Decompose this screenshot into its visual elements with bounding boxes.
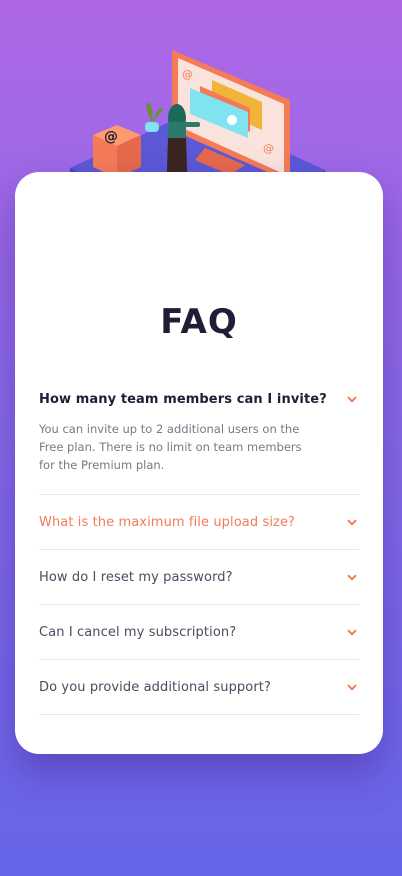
page-title: FAQ	[160, 302, 238, 342]
chat-bubble-cyan	[190, 88, 248, 138]
at-sign-icon-box: @	[104, 129, 118, 145]
faq-question[interactable]: Do you provide additional support?	[39, 680, 271, 695]
chat-dot	[227, 115, 237, 125]
faq-question[interactable]: How do I reset my password?	[39, 570, 233, 585]
at-sign-icon-screen-1: @	[182, 68, 193, 81]
woman-hair	[168, 104, 186, 132]
chat-bubble-yellow	[212, 80, 262, 130]
box-top	[93, 125, 141, 146]
chat-bubble-orange	[200, 86, 250, 132]
chevron-down-icon[interactable]	[345, 517, 359, 527]
monitor-frame	[172, 50, 290, 182]
faq-question[interactable]: Can I cancel my subscription?	[39, 625, 236, 640]
chevron-down-icon[interactable]	[345, 627, 359, 637]
faq-item: What is the maximum file upload size?	[39, 495, 359, 551]
faq-question-row[interactable]: Can I cancel my subscription?	[39, 605, 359, 659]
faq-list: How many team members can I invite? You …	[39, 377, 359, 716]
at-sign-icon-screen-2: @	[263, 142, 274, 155]
woman-arm	[184, 122, 200, 127]
plant-leaves	[146, 102, 164, 122]
faq-question-row[interactable]: How many team members can I invite?	[39, 377, 359, 421]
faq-item: How do I reset my password?	[39, 550, 359, 606]
faq-question[interactable]: What is the maximum file upload size?	[39, 515, 295, 530]
faq-question-row[interactable]: How do I reset my password?	[39, 550, 359, 604]
faq-item: Do you provide additional support?	[39, 660, 359, 716]
monitor-stand	[195, 148, 245, 175]
faq-item: Can I cancel my subscription?	[39, 605, 359, 661]
plant-pot	[145, 122, 159, 132]
faq-card: FAQ How many team members can I invite? …	[15, 172, 383, 754]
woman-top	[168, 122, 186, 140]
faq-question-row[interactable]: What is the maximum file upload size?	[39, 495, 359, 549]
faq-item: How many team members can I invite? You …	[39, 377, 359, 496]
faq-question[interactable]: How many team members can I invite?	[39, 392, 327, 407]
monitor-screen	[178, 58, 284, 174]
chevron-down-icon[interactable]	[345, 394, 359, 404]
chevron-down-icon[interactable]	[345, 682, 359, 692]
faq-answer: You can invite up to 2 additional users …	[39, 422, 302, 472]
chevron-down-icon[interactable]	[345, 572, 359, 582]
faq-question-row[interactable]: Do you provide additional support?	[39, 660, 359, 714]
